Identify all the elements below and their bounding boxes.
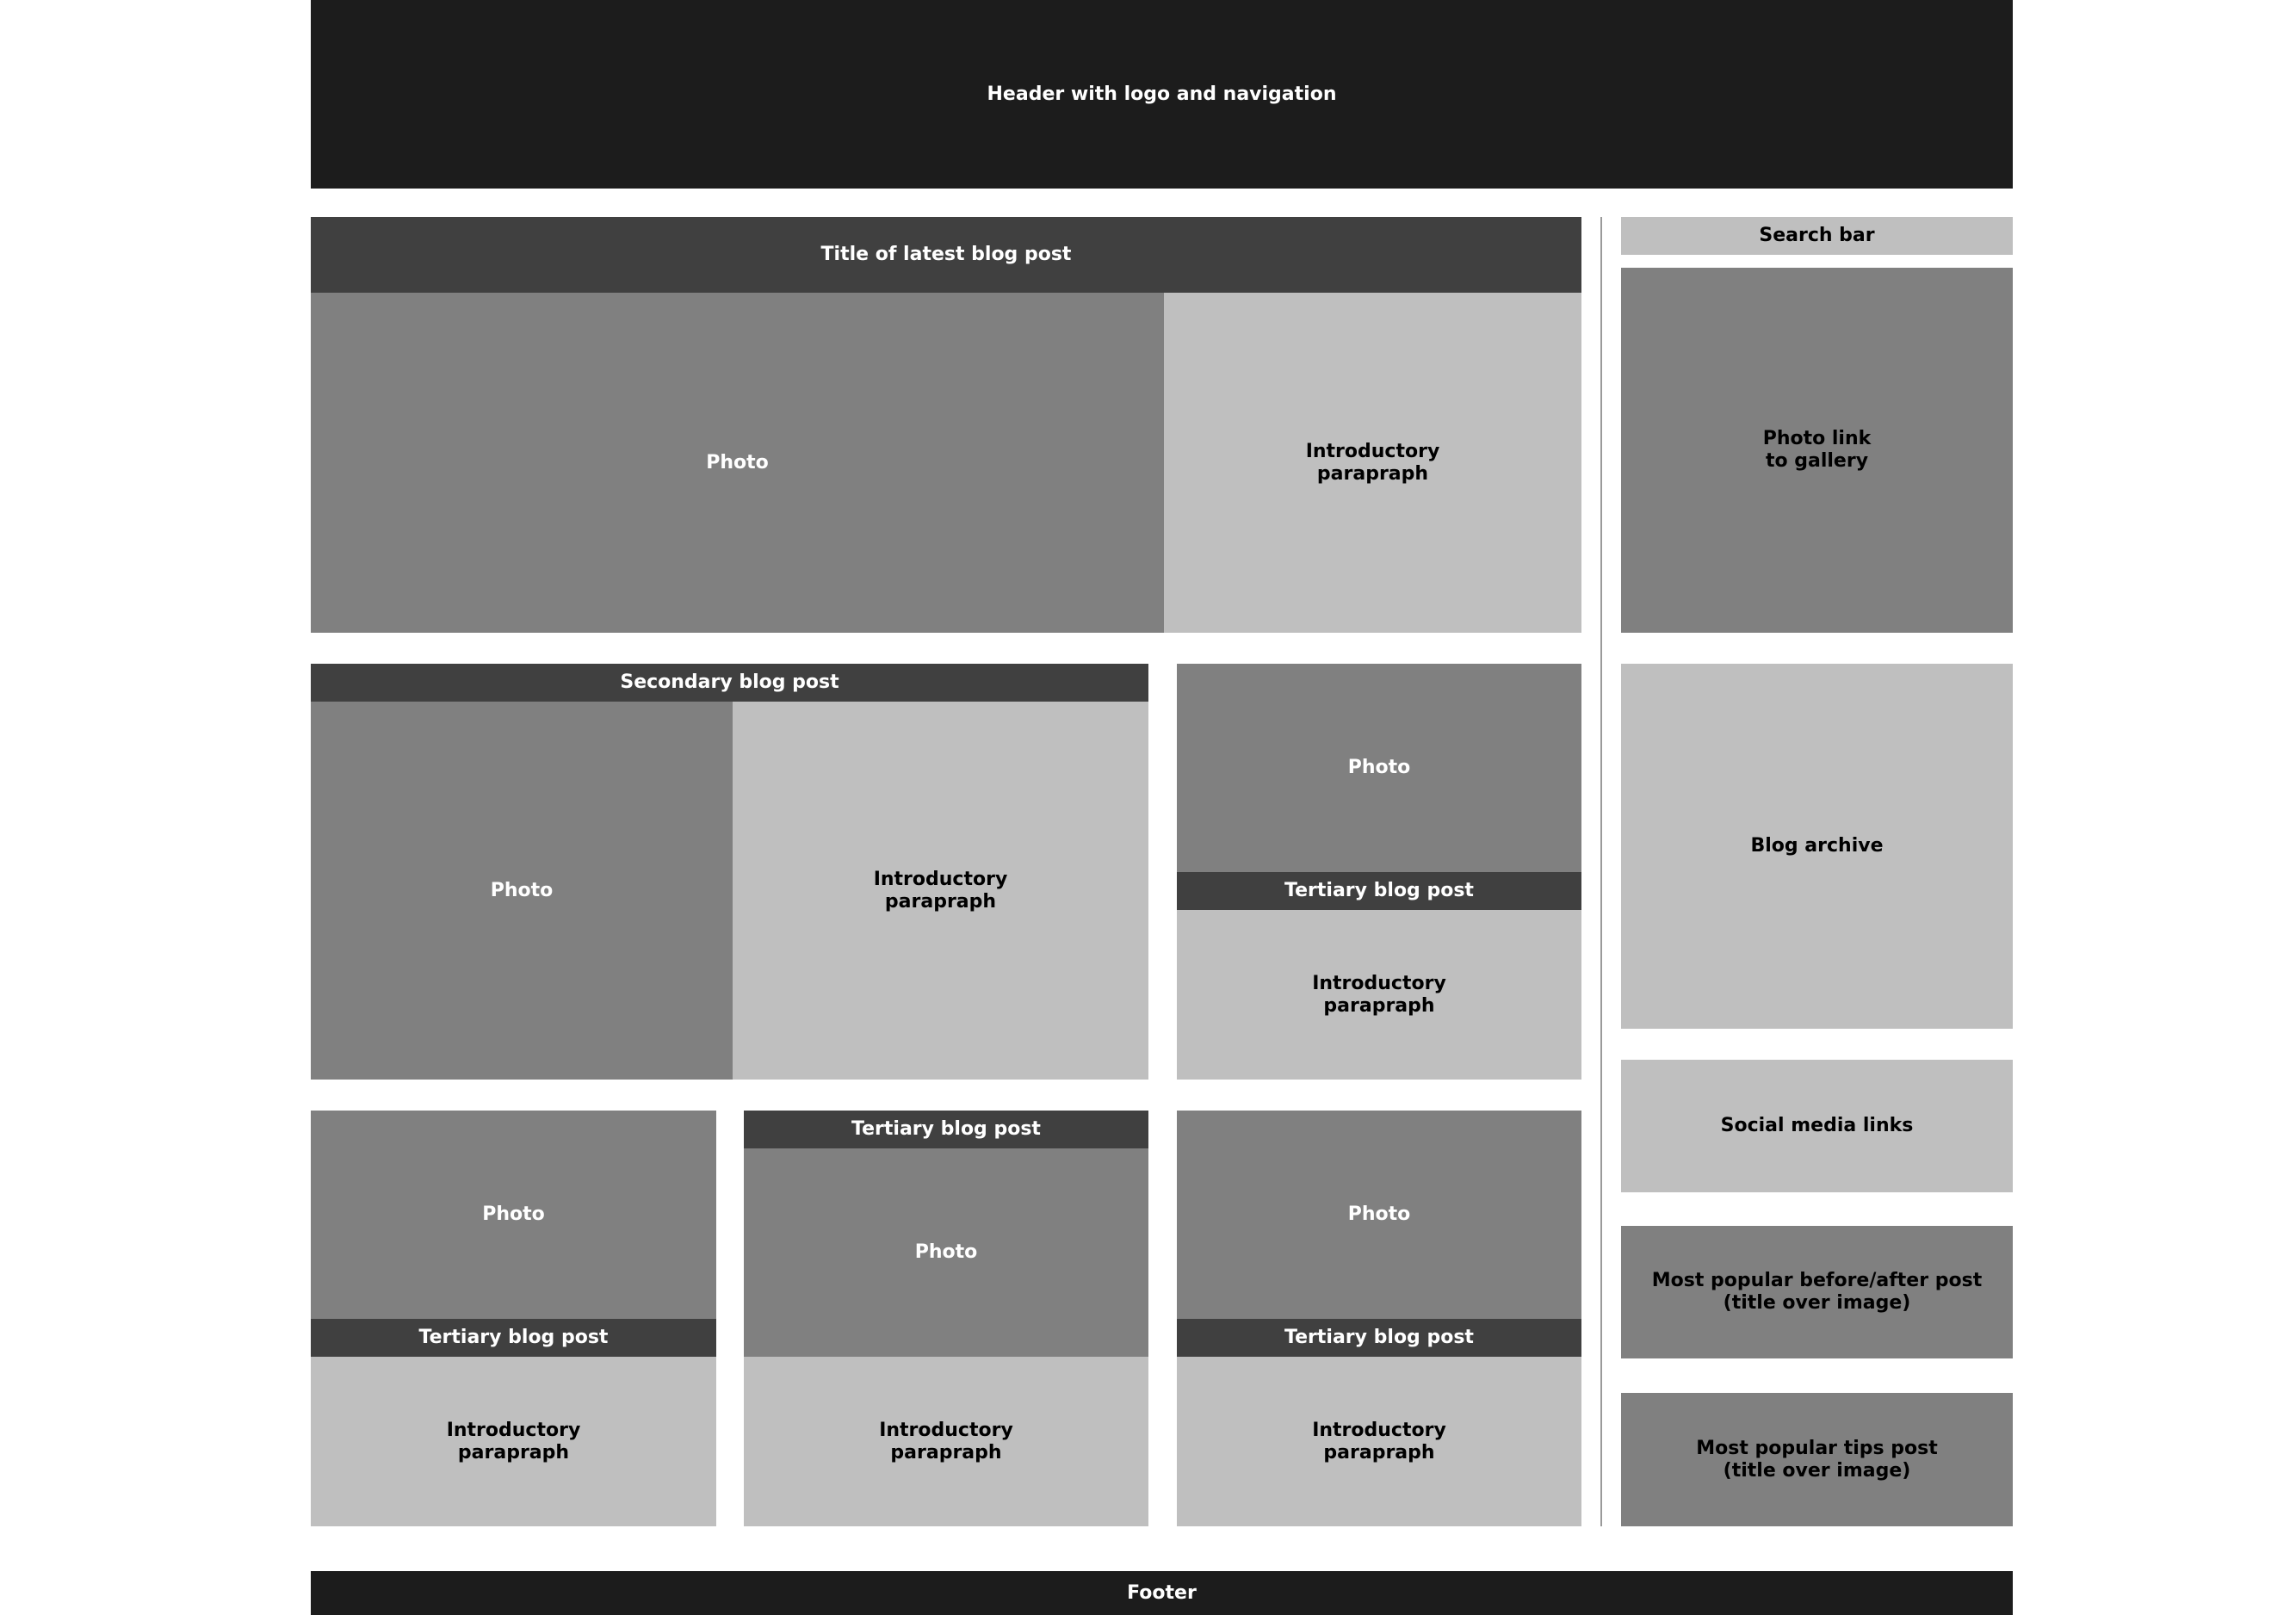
tertiary-post-2-title[interactable]: Tertiary blog post — [311, 1319, 716, 1357]
secondary-post-photo[interactable]: Photo — [311, 702, 733, 1080]
tertiary-post-2-title-label: Tertiary blog post — [418, 1327, 609, 1348]
tertiary-post-4-photo[interactable]: Photo — [1177, 1111, 1581, 1319]
gallery-photo-link[interactable]: Photo link to gallery — [1621, 268, 2013, 633]
tertiary-post-2-intro-label: Introductory parapraph — [446, 1419, 581, 1463]
tertiary-post-3-intro-label: Introductory parapraph — [879, 1419, 1013, 1463]
popular-tips-post[interactable]: Most popular tips post (title over image… — [1621, 1393, 2013, 1526]
main-post-title-label: Title of latest blog post — [820, 244, 1072, 265]
tertiary-post-3-title-label: Tertiary blog post — [851, 1118, 1041, 1140]
secondary-post-intro-label: Introductory parapraph — [873, 868, 1008, 913]
tertiary-post-4-intro-label: Introductory parapraph — [1312, 1419, 1446, 1463]
header-label: Header with logo and navigation — [987, 83, 1337, 105]
tertiary-post-1-title[interactable]: Tertiary blog post — [1177, 872, 1581, 910]
tertiary-post-1-intro-label: Introductory parapraph — [1312, 972, 1446, 1017]
tertiary-post-4-photo-label: Photo — [1347, 1204, 1411, 1225]
tertiary-post-1-photo-label: Photo — [1347, 757, 1411, 778]
tertiary-post-2-photo[interactable]: Photo — [311, 1111, 716, 1319]
tertiary-post-3-photo[interactable]: Photo — [744, 1148, 1148, 1357]
secondary-post-intro: Introductory parapraph — [733, 702, 1148, 1080]
footer: Footer — [311, 1571, 2013, 1615]
footer-label: Footer — [1127, 1581, 1197, 1604]
search-bar-label: Search bar — [1759, 225, 1875, 246]
tertiary-post-1-title-label: Tertiary blog post — [1284, 880, 1474, 901]
tertiary-post-3-intro: Introductory parapraph — [744, 1357, 1148, 1526]
tertiary-post-1-photo[interactable]: Photo — [1177, 664, 1581, 872]
secondary-post-title[interactable]: Secondary blog post — [311, 664, 1148, 702]
main-post-intro-label: Introductory parapraph — [1305, 440, 1440, 485]
blog-archive[interactable]: Blog archive — [1621, 664, 2013, 1029]
main-post-photo[interactable]: Photo — [311, 293, 1164, 633]
main-post-intro: Introductory parapraph — [1164, 293, 1581, 633]
popular-before-after-post-label: Most popular before/after post (title ov… — [1651, 1270, 1983, 1314]
main-post-photo-label: Photo — [706, 451, 769, 473]
blog-archive-label: Blog archive — [1750, 835, 1884, 857]
tertiary-post-4-title[interactable]: Tertiary blog post — [1177, 1319, 1581, 1357]
popular-tips-post-label: Most popular tips post (title over image… — [1696, 1437, 1938, 1482]
secondary-post-title-label: Secondary blog post — [620, 671, 839, 693]
social-media-links-label: Social media links — [1720, 1115, 1914, 1136]
secondary-post-photo-label: Photo — [490, 879, 554, 901]
tertiary-post-1-intro: Introductory parapraph — [1177, 910, 1581, 1080]
gallery-photo-link-label: Photo link to gallery — [1762, 428, 1872, 472]
social-media-links[interactable]: Social media links — [1621, 1060, 2013, 1192]
tertiary-post-2-photo-label: Photo — [482, 1204, 545, 1225]
main-post-title[interactable]: Title of latest blog post — [311, 217, 1581, 293]
tertiary-post-4-intro: Introductory parapraph — [1177, 1357, 1581, 1526]
sidebar-divider — [1600, 217, 1602, 1526]
tertiary-post-3-photo-label: Photo — [914, 1241, 978, 1263]
tertiary-post-4-title-label: Tertiary blog post — [1284, 1327, 1474, 1348]
tertiary-post-2-intro: Introductory parapraph — [311, 1357, 716, 1526]
search-bar[interactable]: Search bar — [1621, 217, 2013, 255]
header: Header with logo and navigation — [311, 0, 2013, 189]
popular-before-after-post[interactable]: Most popular before/after post (title ov… — [1621, 1226, 2013, 1358]
tertiary-post-3-title[interactable]: Tertiary blog post — [744, 1111, 1148, 1148]
